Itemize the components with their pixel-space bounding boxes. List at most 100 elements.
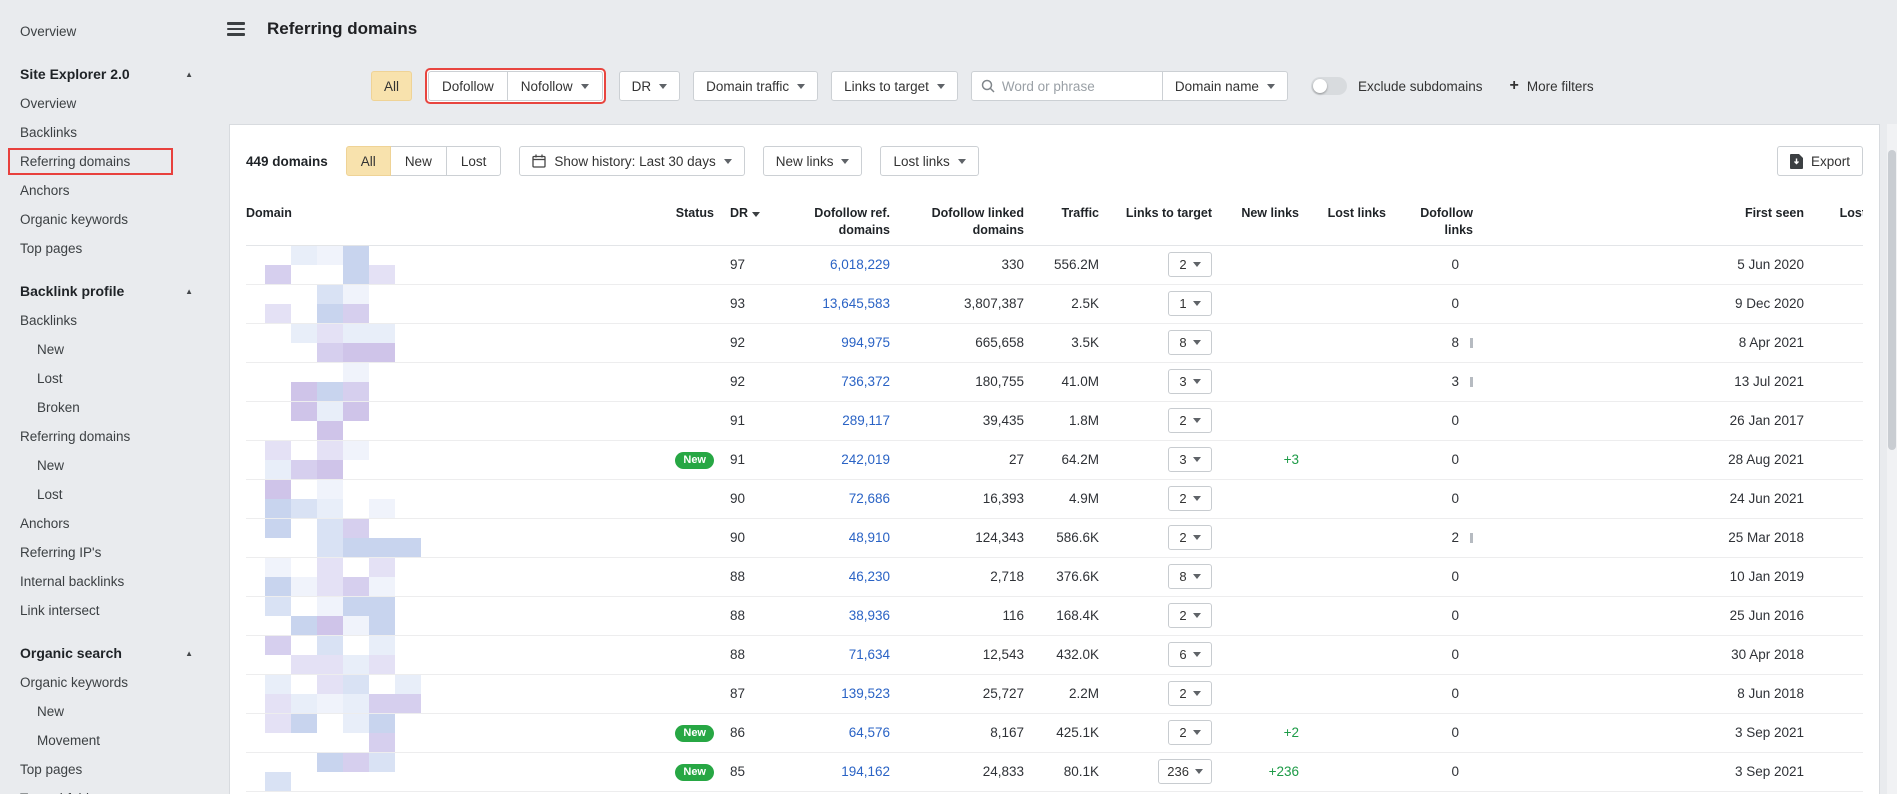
sidebar-item-lost[interactable]: Lost — [0, 364, 215, 393]
dofollow-links-cell: 2 — [1386, 518, 1473, 557]
sidebar-item-anchors[interactable]: Anchors — [0, 176, 215, 205]
column-header-domain[interactable]: Domain — [246, 197, 666, 245]
links-to-target-dropdown[interactable]: 2 — [1168, 252, 1212, 277]
sidebar-item-referring-domains[interactable]: Referring domains — [0, 422, 215, 451]
links-to-target-dropdown[interactable]: 2 — [1168, 603, 1212, 628]
links-to-target-dropdown[interactable]: 2 — [1168, 486, 1212, 511]
dofollow-ref-domains-link[interactable]: 38,936 — [849, 608, 890, 623]
dofollow-ref-domains-link[interactable]: 64,576 — [849, 725, 890, 740]
sidebar-item-anchors[interactable]: Anchors — [0, 509, 215, 538]
column-header-dofollow-links[interactable]: Dofollow links — [1386, 197, 1473, 245]
links-to-target-dropdown[interactable]: 8 — [1168, 330, 1212, 355]
sidebar-item-top-pages[interactable]: Top pages — [0, 234, 215, 263]
links-to-target-dropdown[interactable]: 3 — [1168, 369, 1212, 394]
dofollow-ref-domains-link[interactable]: 289,117 — [842, 413, 890, 428]
filter-dr-button[interactable]: DR — [619, 71, 681, 101]
sidebar-item-backlinks[interactable]: Backlinks — [0, 118, 215, 147]
links-to-target-dropdown[interactable]: 236 — [1158, 759, 1212, 784]
dofollow-ref-domains-link[interactable]: 194,162 — [841, 764, 890, 779]
collapse-arrow-icon[interactable]: ▲ — [185, 277, 193, 306]
dofollow-ref-domains-link[interactable]: 71,634 — [849, 647, 890, 662]
dofollow-ref-domains-link[interactable]: 72,686 — [849, 491, 890, 506]
search-input[interactable] — [1002, 79, 1153, 94]
sidebar-item-organic-search[interactable]: Organic search▲ — [0, 639, 215, 668]
column-header-lost[interactable]: Lost — [1804, 197, 1863, 245]
links-to-target-dropdown[interactable]: 1 — [1168, 291, 1212, 316]
sidebar-item-backlinks[interactable]: Backlinks — [0, 306, 215, 335]
links-to-target-dropdown[interactable]: 6 — [1168, 642, 1212, 667]
new-links-cell: +3 — [1212, 440, 1299, 479]
collapse-arrow-icon[interactable]: ▲ — [185, 639, 193, 668]
dofollow-ref-domains-link[interactable]: 6,018,229 — [830, 257, 890, 272]
collapse-arrow-icon[interactable]: ▲ — [185, 60, 193, 89]
status-cell: New — [666, 713, 714, 752]
dofollow-links-value: 0 — [1451, 296, 1459, 311]
dofollow-ref-domains-link[interactable]: 48,910 — [849, 530, 890, 545]
view-tab-all[interactable]: All — [346, 146, 391, 176]
sidebar-item-top-pages[interactable]: Top pages — [0, 755, 215, 784]
exclude-subdomains-toggle[interactable] — [1311, 77, 1347, 95]
traffic-cell: 2.5K — [1024, 284, 1099, 323]
sidebar-item-referring-ip-s[interactable]: Referring IP's — [0, 538, 215, 567]
sidebar-item-top-subfolders[interactable]: Top subfolders — [0, 784, 215, 794]
sidebar-item-new[interactable]: New — [0, 335, 215, 364]
sidebar-item-broken[interactable]: Broken — [0, 393, 215, 422]
column-header-dofollow-ref[interactable]: Dofollow ref. domains — [766, 197, 890, 245]
results-toolbar: 449 domains AllNewLost Show history: Las… — [230, 125, 1879, 197]
sidebar-item-overview[interactable]: Overview — [0, 17, 215, 46]
links-to-target-value: 8 — [1179, 335, 1186, 350]
filter-domain-traffic-button[interactable]: Domain traffic — [693, 71, 818, 101]
dofollow-ref-domains-link[interactable]: 46,230 — [849, 569, 890, 584]
menu-icon[interactable] — [227, 22, 245, 36]
column-header-status[interactable]: Status — [666, 197, 714, 245]
filter-dofollow-button[interactable]: Dofollow — [428, 71, 508, 101]
sidebar-item-organic-keywords[interactable]: Organic keywords — [0, 205, 215, 234]
sidebar-item-backlink-profile[interactable]: Backlink profile▲ — [0, 277, 215, 306]
column-header-first-seen[interactable]: First seen — [1473, 197, 1804, 245]
links-to-target-dropdown[interactable]: 2 — [1168, 720, 1212, 745]
lost-links-cell — [1299, 752, 1386, 791]
links-to-target-dropdown[interactable]: 3 — [1168, 447, 1212, 472]
more-filters-button[interactable]: + More filters — [1510, 78, 1594, 94]
sidebar-item-referring-domains[interactable]: Referring domains — [0, 147, 215, 176]
column-header-lost-links[interactable]: Lost links — [1299, 197, 1386, 245]
column-header-links-to-target[interactable]: Links to target — [1099, 197, 1212, 245]
sidebar-item-lost[interactable]: Lost — [0, 480, 215, 509]
sidebar-item-site-explorer-2-0[interactable]: Site Explorer 2.0▲ — [0, 60, 215, 89]
dofollow-ref-domains-link[interactable]: 736,372 — [841, 374, 890, 389]
vertical-scrollbar[interactable] — [1887, 124, 1897, 794]
sidebar-item-new[interactable]: New — [0, 697, 215, 726]
scrollbar-thumb[interactable] — [1888, 150, 1896, 450]
sidebar-item-overview[interactable]: Overview — [0, 89, 215, 118]
sidebar-item-movement[interactable]: Movement — [0, 726, 215, 755]
show-history-dropdown[interactable]: Show history: Last 30 days — [519, 146, 744, 176]
dofollow-ref-domains-link[interactable]: 994,975 — [841, 335, 890, 350]
sidebar-item-organic-keywords[interactable]: Organic keywords — [0, 668, 215, 697]
sidebar-item-link-intersect[interactable]: Link intersect — [0, 596, 215, 625]
column-header-dr[interactable]: DR — [714, 197, 766, 245]
lost-links-dropdown[interactable]: Lost links — [880, 146, 978, 176]
links-to-target-dropdown[interactable]: 2 — [1168, 525, 1212, 550]
dofollow-ref-domains-link[interactable]: 242,019 — [841, 452, 890, 467]
filter-all-button[interactable]: All — [371, 71, 412, 101]
lost-links-cell — [1299, 557, 1386, 596]
view-tab-lost[interactable]: Lost — [446, 146, 502, 176]
export-button[interactable]: Export — [1777, 146, 1863, 176]
filter-nofollow-button[interactable]: Nofollow — [507, 71, 603, 101]
dofollow-ref-domains-link[interactable]: 139,523 — [841, 686, 890, 701]
search-scope-dropdown[interactable]: Domain name — [1162, 71, 1288, 101]
dofollow-ref-domains-link[interactable]: 13,645,583 — [822, 296, 890, 311]
new-links-dropdown[interactable]: New links — [763, 146, 863, 176]
links-to-target-dropdown[interactable]: 2 — [1168, 681, 1212, 706]
filter-links-to-target-button[interactable]: Links to target — [831, 71, 958, 101]
links-to-target-dropdown[interactable]: 8 — [1168, 564, 1212, 589]
column-header-new-links[interactable]: New links — [1212, 197, 1299, 245]
links-to-target-dropdown[interactable]: 2 — [1168, 408, 1212, 433]
sidebar-item-internal-backlinks[interactable]: Internal backlinks — [0, 567, 215, 596]
column-header-dofollow-linked[interactable]: Dofollow linked domains — [890, 197, 1024, 245]
view-tab-new[interactable]: New — [390, 146, 447, 176]
sidebar-item-new[interactable]: New — [0, 451, 215, 480]
column-header-traffic[interactable]: Traffic — [1024, 197, 1099, 245]
traffic-cell: 425.1K — [1024, 713, 1099, 752]
column-header-label: Dofollow ref. domains — [814, 206, 890, 237]
